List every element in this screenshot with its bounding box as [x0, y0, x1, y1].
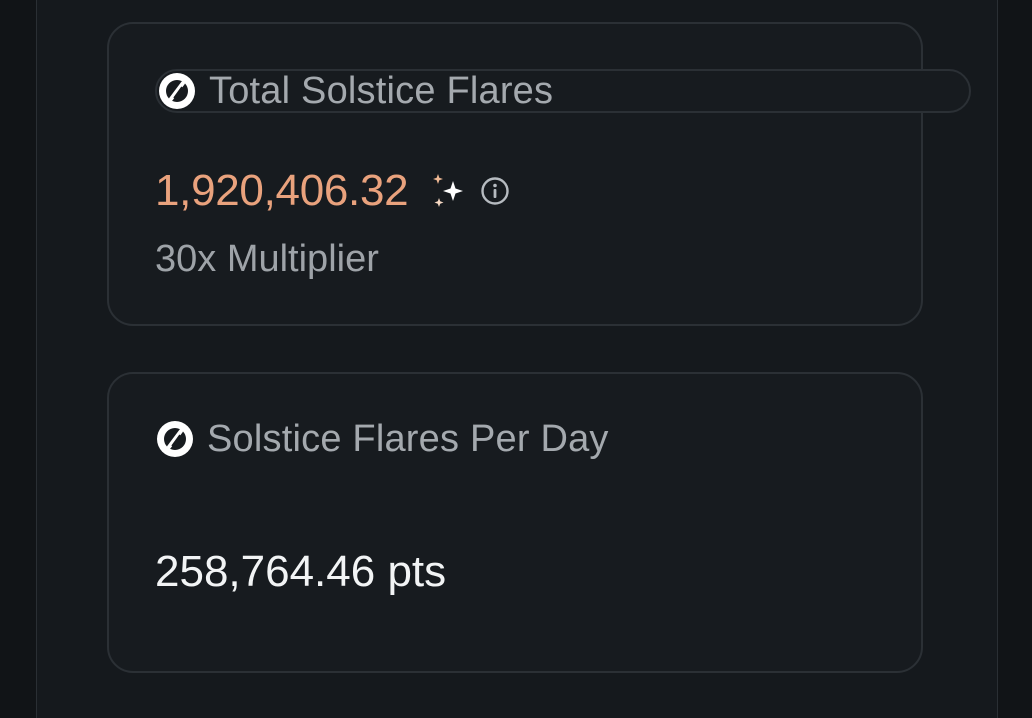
- sparkles-icon: [433, 174, 464, 207]
- total-flares-header: Total Solstice Flares: [155, 69, 971, 113]
- total-flares-value-row: 1,920,406.32: [155, 165, 510, 217]
- flares-per-day-header: Solstice Flares Per Day: [155, 419, 609, 459]
- flares-per-day-value: 258,764.46 pts: [155, 547, 447, 596]
- total-flares-value: 1,920,406.32: [155, 166, 409, 215]
- flares-per-day-title: Solstice Flares Per Day: [207, 418, 609, 460]
- total-flares-title: Total Solstice Flares: [209, 70, 554, 112]
- solstice-logo-icon: [159, 73, 195, 109]
- multiplier-label: 30x Multiplier: [155, 238, 379, 280]
- solstice-logo-icon: [157, 421, 193, 457]
- info-icon[interactable]: [480, 176, 510, 206]
